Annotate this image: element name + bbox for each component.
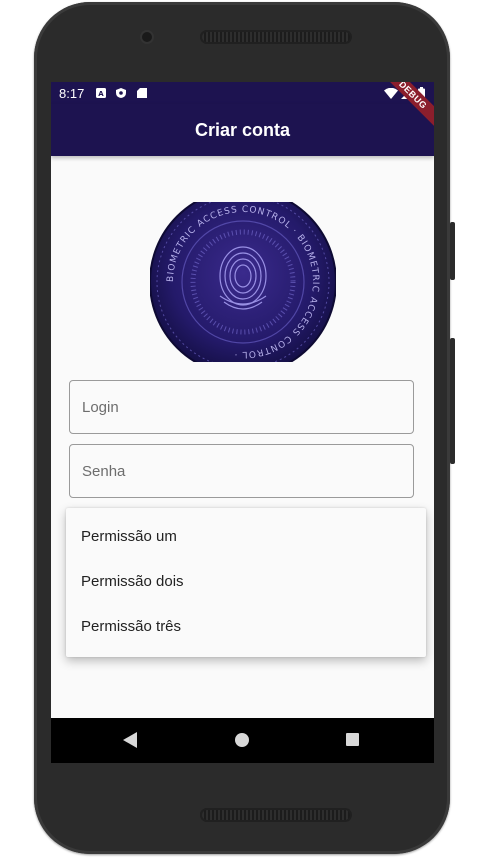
- power-button: [450, 338, 455, 464]
- recents-icon[interactable]: [346, 733, 359, 746]
- navigation-bar: [51, 718, 434, 763]
- status-time: 8:17: [59, 86, 85, 101]
- bottom-speaker: [200, 808, 352, 822]
- keyboard-notification-icon: A: [96, 88, 106, 98]
- svg-text:A: A: [98, 90, 104, 98]
- front-camera: [142, 32, 152, 42]
- shield-icon: [116, 88, 126, 98]
- volume-button: [450, 222, 455, 280]
- login-input[interactable]: [70, 381, 413, 433]
- screen: 8:17 A Criar conta DEBUG BIOMETRIC ACCES…: [51, 82, 434, 763]
- menu-item-permission-two[interactable]: Permissão dois: [66, 559, 426, 604]
- status-bar: 8:17 A: [51, 82, 434, 104]
- back-icon[interactable]: [123, 732, 137, 748]
- login-field[interactable]: [69, 380, 414, 434]
- password-field[interactable]: [69, 444, 414, 498]
- biometric-logo: BIOMETRIC ACCESS CONTROL · BIOMETRIC ACC…: [150, 202, 336, 362]
- sd-card-icon: [137, 88, 147, 98]
- menu-item-permission-three[interactable]: Permissão três: [66, 604, 426, 649]
- password-input[interactable]: [70, 445, 413, 497]
- wifi-icon: [384, 88, 398, 99]
- permission-dropdown-menu: Permissão um Permissão dois Permissão tr…: [66, 508, 426, 657]
- app-bar: Criar conta: [51, 104, 434, 156]
- home-icon[interactable]: [235, 733, 249, 747]
- page-title: Criar conta: [194, 120, 291, 140]
- menu-item-permission-one[interactable]: Permissão um: [66, 514, 426, 559]
- top-speaker: [200, 30, 352, 44]
